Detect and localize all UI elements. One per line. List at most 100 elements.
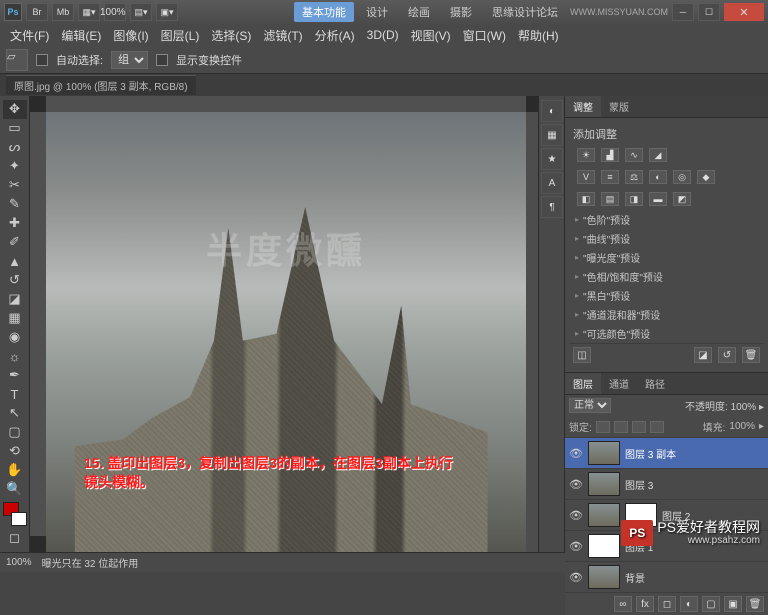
gradient-tool[interactable]: ▦ <box>3 309 27 328</box>
minimize-button[interactable]: ─ <box>672 3 694 21</box>
workspace-basic-button[interactable]: 基本功能 <box>294 2 354 22</box>
menu-select[interactable]: 选择(S) <box>207 27 255 44</box>
paths-tab[interactable]: 路径 <box>637 373 673 394</box>
history-brush-tool[interactable]: ↺ <box>3 271 27 290</box>
arrange-docs-button[interactable]: ▤▾ <box>130 3 152 21</box>
move-tool[interactable]: ✥ <box>3 100 27 119</box>
canvas[interactable]: 半度微醺 15. 盖印出图层3，复制出图层3的副本，在图层3副本上执行 镜头模糊… <box>46 112 526 552</box>
posterize-icon[interactable]: ▤ <box>601 192 619 206</box>
new-layer-icon[interactable]: ▣ <box>724 596 742 612</box>
menu-file[interactable]: 文件(F) <box>6 27 53 44</box>
link-layers-icon[interactable]: ∞ <box>614 596 632 612</box>
quick-mask-tool[interactable]: ◻ <box>3 529 27 548</box>
history-panel-icon[interactable]: ◐ <box>541 100 563 122</box>
lock-transparent-icon[interactable] <box>596 421 610 433</box>
channel-mixer-icon[interactable]: ◆ <box>697 170 715 184</box>
menu-3d[interactable]: 3D(D) <box>363 28 403 42</box>
menu-filter[interactable]: 滤镜(T) <box>259 27 306 44</box>
add-mask-icon[interactable]: ◻ <box>658 596 676 612</box>
lock-all-icon[interactable] <box>650 421 664 433</box>
pen-tool[interactable]: ✒ <box>3 366 27 385</box>
menu-help[interactable]: 帮助(H) <box>514 27 563 44</box>
threshold-icon[interactable]: ◨ <box>625 192 643 206</box>
blend-mode-dropdown[interactable]: 正常 <box>569 398 611 413</box>
eyedropper-tool[interactable]: ✎ <box>3 195 27 214</box>
zoom-level-button[interactable]: 100%▾ <box>104 3 126 21</box>
marquee-tool[interactable]: ▭ <box>3 119 27 138</box>
character-panel-icon[interactable]: A <box>541 172 563 194</box>
hand-tool[interactable]: ✋ <box>3 460 27 479</box>
photo-filter-icon[interactable]: ◎ <box>673 170 691 184</box>
menu-analysis[interactable]: 分析(A) <box>311 27 359 44</box>
status-zoom[interactable]: 100% <box>6 557 32 568</box>
shape-tool[interactable]: ▢ <box>3 422 27 441</box>
preset-levels[interactable]: "色阶"预设 <box>569 210 764 229</box>
crop-tool[interactable]: ✂ <box>3 176 27 195</box>
healing-tool[interactable]: ✚ <box>3 214 27 233</box>
brightness-icon[interactable]: ☀ <box>577 148 595 162</box>
background-swatch[interactable] <box>11 512 27 526</box>
levels-icon[interactable]: ▟ <box>601 148 619 162</box>
visibility-icon[interactable]: 👁 <box>569 509 583 522</box>
opacity-value[interactable]: 100% <box>731 402 757 413</box>
type-tool[interactable]: T <box>3 385 27 404</box>
preset-hue-sat[interactable]: "色相/饱和度"预设 <box>569 267 764 286</box>
layer-fx-icon[interactable]: fx <box>636 596 654 612</box>
color-swatches[interactable] <box>3 502 27 529</box>
menu-edit[interactable]: 编辑(E) <box>57 27 105 44</box>
exposure-icon[interactable]: ◢ <box>649 148 667 162</box>
color-balance-icon[interactable]: ⚖ <box>625 170 643 184</box>
blur-tool[interactable]: ◉ <box>3 328 27 347</box>
brush-tool[interactable]: ✐ <box>3 233 27 252</box>
preset-channel-mixer[interactable]: "通道混和器"预设 <box>569 305 764 324</box>
3d-tool[interactable]: ⟲ <box>3 441 27 460</box>
new-adjustment-icon[interactable]: ◐ <box>680 596 698 612</box>
invert-icon[interactable]: ◧ <box>577 192 595 206</box>
paragraph-panel-icon[interactable]: ¶ <box>541 196 563 218</box>
preset-curves[interactable]: "曲线"预设 <box>569 229 764 248</box>
workspace-design-button[interactable]: 设计 <box>358 2 396 22</box>
visibility-icon[interactable]: 👁 <box>569 447 583 460</box>
path-select-tool[interactable]: ↖ <box>3 404 27 423</box>
visibility-icon[interactable]: 👁 <box>569 478 583 491</box>
menu-window[interactable]: 窗口(W) <box>459 27 510 44</box>
new-group-icon[interactable]: ▢ <box>702 596 720 612</box>
delete-layer-icon[interactable]: 🗑 <box>746 596 764 612</box>
adj-reset-icon[interactable]: ↺ <box>718 347 736 363</box>
stamp-tool[interactable]: ▲ <box>3 252 27 271</box>
vibrance-icon[interactable]: V <box>577 170 595 184</box>
canvas-scrollbar-v[interactable] <box>526 112 538 552</box>
visibility-icon[interactable]: 👁 <box>569 540 583 553</box>
adj-delete-icon[interactable]: 🗑 <box>742 347 760 363</box>
layers-tab[interactable]: 图层 <box>565 373 601 394</box>
auto-select-dropdown[interactable]: 组 <box>111 51 148 69</box>
lasso-tool[interactable]: ᔕ <box>3 138 27 157</box>
document-tab[interactable]: 原图.jpg @ 100% (图层 3 副本, RGB/8) <box>6 75 196 95</box>
quick-select-tool[interactable]: ✦ <box>3 157 27 176</box>
layer-row[interactable]: 👁 图层 3 <box>565 468 768 499</box>
layer-name[interactable]: 背景 <box>625 570 645 585</box>
visibility-icon[interactable]: 👁 <box>569 571 583 584</box>
menu-view[interactable]: 视图(V) <box>407 27 455 44</box>
gradient-map-icon[interactable]: ▬ <box>649 192 667 206</box>
adj-expand-icon[interactable]: ◫ <box>573 347 591 363</box>
layer-name[interactable]: 图层 3 <box>625 477 653 492</box>
dodge-tool[interactable]: ☼ <box>3 347 27 366</box>
hue-sat-icon[interactable]: ≡ <box>601 170 619 184</box>
selective-color-icon[interactable]: ◩ <box>673 192 691 206</box>
preset-bw[interactable]: "黑白"预设 <box>569 286 764 305</box>
adj-clip-icon[interactable]: ◪ <box>694 347 712 363</box>
menu-layer[interactable]: 图层(L) <box>157 27 204 44</box>
preset-exposure[interactable]: "曝光度"预设 <box>569 248 764 267</box>
fill-value[interactable]: 100% <box>729 421 755 432</box>
layer-row[interactable]: 👁 背景 <box>565 561 768 592</box>
styles-panel-icon[interactable]: ★ <box>541 148 563 170</box>
lock-pixels-icon[interactable] <box>614 421 628 433</box>
screen-mode-button[interactable]: ▣▾ <box>156 3 178 21</box>
adjustments-tab[interactable]: 调整 <box>565 96 601 117</box>
bw-icon[interactable]: ◐ <box>649 170 667 184</box>
channels-tab[interactable]: 通道 <box>601 373 637 394</box>
workspace-paint-button[interactable]: 绘画 <box>400 2 438 22</box>
minibridge-button[interactable]: Mb <box>52 3 74 21</box>
menu-image[interactable]: 图像(I) <box>109 27 152 44</box>
